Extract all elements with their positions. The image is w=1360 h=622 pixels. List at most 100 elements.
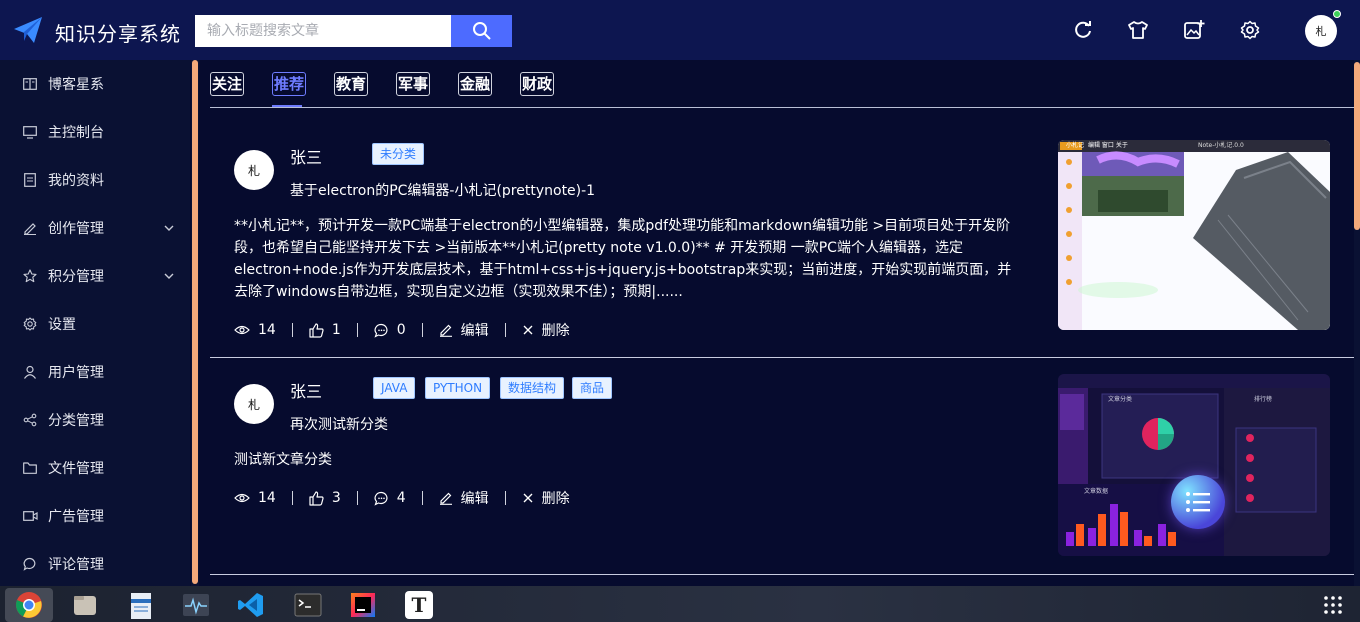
add-image-button[interactable] <box>1183 19 1205 41</box>
floating-menu-button[interactable] <box>1171 475 1225 529</box>
refresh-button[interactable] <box>1072 19 1094 41</box>
sidebar-item-categories[interactable]: 分类管理 <box>0 396 190 444</box>
tab-follow[interactable]: 关注 <box>210 72 245 96</box>
list-menu-icon <box>1186 492 1210 512</box>
tab-military[interactable]: 军事 <box>396 72 431 96</box>
taskbar-app-grid[interactable] <box>1318 590 1348 620</box>
author-name[interactable]: 张三 <box>290 144 322 168</box>
taskbar-vscode[interactable] <box>236 590 266 620</box>
sidebar: 博客星系 主控制台 我的资料 创作管理 积分管理 设置 用户管理 分类管理 文件… <box>0 60 190 586</box>
sidebar-item-settings[interactable]: 设置 <box>0 300 190 348</box>
avatar-text: 札 <box>1315 25 1327 38</box>
article-title[interactable]: 再次测试新分类 <box>290 414 388 434</box>
tab-education[interactable]: 教育 <box>334 72 369 96</box>
category-tag[interactable]: JAVA <box>373 377 416 399</box>
sidebar-item-my-profile[interactable]: 我的资料 <box>0 156 190 204</box>
active-tab-indicator <box>272 105 302 107</box>
sidebar-item-label: 广告管理 <box>48 509 104 525</box>
article-divider <box>210 357 1354 358</box>
editor-screenshot-thumbnail <box>1058 140 1330 330</box>
delete-button[interactable]: 删除 <box>522 320 570 340</box>
sidebar-item-console[interactable]: 主控制台 <box>0 108 190 156</box>
user-avatar[interactable]: 札 <box>1305 15 1337 47</box>
view-count: 14 <box>234 490 276 506</box>
category-tag[interactable]: 商品 <box>572 377 613 399</box>
sidebar-item-label: 文件管理 <box>48 461 104 477</box>
delete-button[interactable]: 删除 <box>522 488 570 508</box>
app-grid-icon <box>1324 596 1342 614</box>
like-button[interactable]: 3 <box>309 490 341 506</box>
sidebar-item-comments[interactable]: 评论管理 <box>0 540 190 588</box>
sidebar-item-users[interactable]: 用户管理 <box>0 348 190 396</box>
comment-button[interactable]: 4 <box>374 490 406 506</box>
search-button[interactable] <box>451 15 512 47</box>
author-name[interactable]: 张三 <box>290 378 322 402</box>
stat-divider <box>421 491 423 505</box>
thumb-panel-right: 排行榜 <box>1254 396 1273 403</box>
edit-button[interactable]: 编辑 <box>439 320 489 340</box>
sidebar-item-blog-galaxy[interactable]: 博客星系 <box>0 60 190 108</box>
intellij-icon <box>351 593 375 617</box>
refresh-icon <box>1075 21 1091 38</box>
edit-icon <box>22 220 38 236</box>
view-count-value: 14 <box>258 322 276 338</box>
author-avatar[interactable]: 札 <box>234 384 274 424</box>
sidebar-item-label: 我的资料 <box>48 173 104 189</box>
gear-icon <box>1240 20 1260 40</box>
avatar-text: 札 <box>247 397 260 412</box>
sidebar-item-label: 设置 <box>48 317 76 333</box>
author-avatar[interactable]: 札 <box>234 150 274 190</box>
category-tag[interactable]: PYTHON <box>425 377 491 399</box>
monitor-icon <box>22 124 38 140</box>
sidebar-item-label: 用户管理 <box>48 365 104 381</box>
comment-button[interactable]: 0 <box>374 322 406 338</box>
category-tag[interactable]: 未分类 <box>372 143 425 165</box>
main-scrollbar-thumb[interactable] <box>1354 62 1360 230</box>
category-tag[interactable]: 数据结构 <box>500 377 565 399</box>
tab-fiscal[interactable]: 财政 <box>520 72 555 96</box>
sidebar-item-creation[interactable]: 创作管理 <box>0 204 190 252</box>
share-icon <box>22 412 38 428</box>
close-icon <box>523 325 533 335</box>
sidebar-item-points[interactable]: 积分管理 <box>0 252 190 300</box>
taskbar-terminal[interactable] <box>293 590 323 620</box>
sidebar-item-ads[interactable]: 广告管理 <box>0 492 190 540</box>
top-header: 知识分享系统 札 <box>0 0 1360 60</box>
tab-recommend[interactable]: 推荐 <box>272 72 307 96</box>
comment-icon <box>22 556 38 572</box>
comment-icon <box>374 491 388 506</box>
like-button[interactable]: 1 <box>309 322 341 338</box>
category-tabs: 关注 推荐 教育 军事 金融 财政 <box>210 60 1354 108</box>
tab-finance[interactable]: 金融 <box>458 72 493 96</box>
thumb-panel-left: 文章分类 <box>1108 396 1133 403</box>
stat-divider <box>356 491 358 505</box>
sidebar-scrollbar-thumb[interactable] <box>192 60 198 584</box>
search-input[interactable] <box>195 15 451 47</box>
article-summary[interactable]: 测试新文章分类 <box>234 449 1019 471</box>
taskbar-chrome[interactable] <box>14 590 44 620</box>
taskbar-files[interactable] <box>70 590 100 620</box>
like-count: 1 <box>331 322 341 338</box>
edit-button[interactable]: 编辑 <box>439 488 489 508</box>
thumb-window-menu: 编辑 窗口 关于 <box>1088 142 1128 149</box>
article-stats: 14 1 0 编辑 删除 <box>234 320 570 340</box>
taskbar-document-viewer[interactable] <box>126 590 156 620</box>
vscode-icon <box>238 593 263 617</box>
thumb-panel-bottom: 文章数据 <box>1084 488 1109 495</box>
paper-plane-logo-icon[interactable] <box>12 14 44 46</box>
theme-button[interactable] <box>1127 19 1149 41</box>
avatar-text: 札 <box>247 163 260 178</box>
settings-button[interactable] <box>1239 19 1261 41</box>
article-title[interactable]: 基于electron的PC编辑器-小札记(prettynote)-1 <box>290 180 595 200</box>
taskbar-typora[interactable]: T <box>404 590 434 620</box>
article-summary[interactable]: **小札记**，预计开发一款PC端基于electron的小型编辑器，集成pdf处… <box>234 215 1019 303</box>
sidebar-item-files[interactable]: 文件管理 <box>0 444 190 492</box>
chevron-down-icon <box>164 273 174 279</box>
stat-divider <box>291 491 293 505</box>
like-count: 3 <box>331 490 341 506</box>
delete-label: 删除 <box>541 323 570 339</box>
taskbar-system-monitor[interactable] <box>181 590 211 620</box>
taskbar-intellij[interactable] <box>348 590 378 620</box>
close-icon <box>523 493 533 503</box>
article-thumbnail[interactable]: 小札记 编辑 窗口 关于 Note-小札记.0.0 <box>1058 140 1330 330</box>
